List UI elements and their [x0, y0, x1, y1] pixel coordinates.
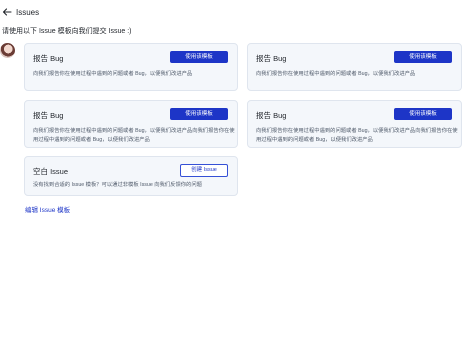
use-template-button[interactable]: 使用该模板	[170, 51, 228, 63]
description-line: 向我们报告你在使用过程中遇到的问题或者 Bug，以便我们改进产品向我们报告你在使	[33, 128, 235, 134]
blank-issue-title: 空白 Issue	[33, 167, 69, 176]
description-line: 用过程中遇到的问题或者 Bug，以便我们改进产品	[33, 137, 150, 143]
top-bar: Issues	[0, 0, 474, 26]
page-subtitle: 请使用以下 Issue 模板向我们提交 Issue :)	[2, 28, 132, 35]
template-card-description: 向我们报告你在使用过程中遇到的问题或者 Bug，以便我们改进产品	[33, 70, 192, 79]
edit-template-link[interactable]: 编辑 Issue 模板	[25, 204, 70, 214]
use-template-button[interactable]: 使用该模板	[394, 108, 452, 120]
description-line: 用过程中遇到的问题或者 Bug，以便我们改进产品	[256, 137, 373, 143]
template-card: 报告 Bug 使用该模板 向我们报告你在使用过程中遇到的问题或者 Bug，以便我…	[247, 43, 462, 91]
page-title: Issues	[16, 8, 40, 17]
description-line: 向我们报告你在使用过程中遇到的问题或者 Bug，以便我们改进产品	[256, 71, 416, 77]
template-card-description: 向我们报告你在使用过程中遇到的问题或者 Bug，以便我们改进产品	[256, 70, 415, 79]
template-card: 报告 Bug 使用该模板 向我们报告你在使用过程中遇到的问题或者 Bug，以便我…	[24, 100, 238, 148]
blank-issue-description: 没有找到合适的 Issue 模板？可以通过非模板 Issue 向我们反馈你的问题	[33, 182, 202, 188]
template-card-title: 报告 Bug	[256, 111, 287, 120]
use-template-button[interactable]: 使用该模板	[394, 51, 452, 63]
template-card: 报告 Bug 使用该模板 向我们报告你在使用过程中遇到的问题或者 Bug，以便我…	[247, 100, 462, 148]
avatar	[0, 43, 15, 58]
template-card-title: 报告 Bug	[33, 111, 64, 120]
create-issue-button[interactable]: 创建 Issue	[180, 164, 228, 177]
template-card-description: 向我们报告你在使用过程中遇到的问题或者 Bug，以便我们改进产品向我们报告你在使…	[256, 127, 458, 145]
arrow-left-icon[interactable]	[2, 7, 12, 17]
template-card-description: 向我们报告你在使用过程中遇到的问题或者 Bug，以便我们改进产品向我们报告你在使…	[33, 127, 235, 145]
description-line: 向我们报告你在使用过程中遇到的问题或者 Bug，以便我们改进产品向我们报告你在使	[256, 128, 458, 134]
template-card: 报告 Bug 使用该模板 向我们报告你在使用过程中遇到的问题或者 Bug，以便我…	[24, 43, 238, 91]
template-card-title: 报告 Bug	[256, 54, 287, 63]
description-line: 向我们报告你在使用过程中遇到的问题或者 Bug，以便我们改进产品	[33, 71, 193, 77]
blank-issue-card: 空白 Issue 创建 Issue 没有找到合适的 Issue 模板？可以通过非…	[24, 156, 238, 196]
use-template-button[interactable]: 使用该模板	[170, 108, 228, 120]
template-card-title: 报告 Bug	[33, 54, 64, 63]
